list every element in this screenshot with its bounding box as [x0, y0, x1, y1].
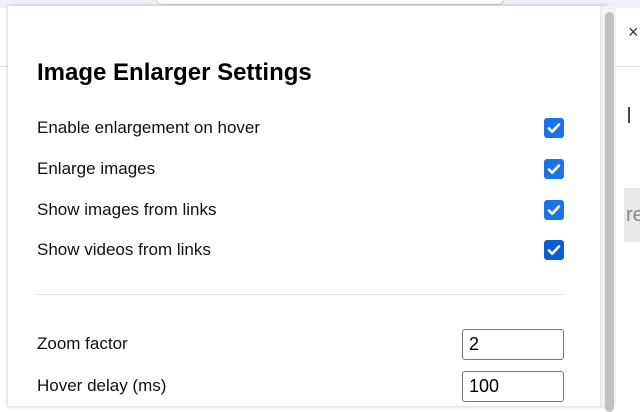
setting-videos-from-links: Show videos from links [37, 238, 564, 262]
setting-enlarge-images: Enlarge images [37, 157, 564, 181]
section-divider [37, 294, 564, 295]
setting-label: Show images from links [37, 200, 217, 219]
background-close-icon[interactable]: × [628, 22, 639, 43]
check-icon [547, 245, 561, 255]
setting-label: Enlarge images [37, 159, 156, 178]
hover-delay-input[interactable] [462, 370, 564, 402]
setting-label: Hover delay (ms) [37, 376, 167, 395]
setting-label: Zoom factor [37, 334, 128, 353]
zoom-factor-input[interactable] [462, 328, 564, 360]
setting-enable-hover: Enable enlargement on hover [37, 116, 564, 140]
check-icon [547, 123, 561, 133]
background-text-cursor [628, 107, 630, 123]
background-button[interactable]: re [624, 188, 640, 242]
setting-label: Show videos from links [37, 240, 211, 259]
setting-hover-delay: Hover delay (ms) [37, 370, 564, 402]
check-icon [547, 164, 561, 174]
videos-from-links-checkbox[interactable] [544, 240, 564, 260]
check-icon [547, 205, 561, 215]
scrollbar-thumb[interactable] [605, 12, 614, 412]
setting-label: Enable enlargement on hover [37, 118, 261, 137]
address-bar[interactable] [155, 0, 505, 5]
enable-hover-checkbox[interactable] [544, 118, 564, 138]
setting-zoom-factor: Zoom factor [37, 328, 564, 360]
images-from-links-checkbox[interactable] [544, 200, 564, 220]
setting-images-from-links: Show images from links [37, 198, 564, 222]
enlarge-images-checkbox[interactable] [544, 159, 564, 179]
page-title: Image Enlarger Settings [37, 59, 312, 86]
